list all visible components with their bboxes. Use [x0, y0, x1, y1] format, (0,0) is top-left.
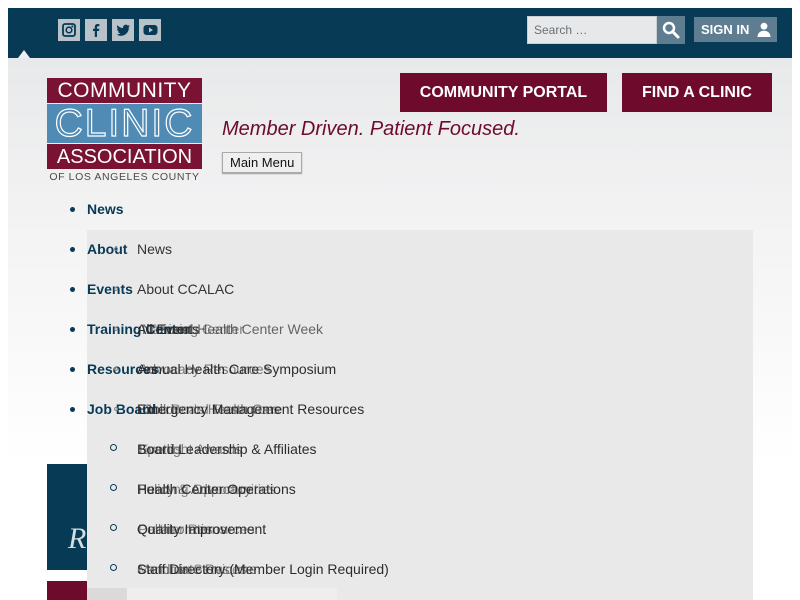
- search-input[interactable]: Search …: [527, 16, 657, 44]
- logo-association-text: ASSOCIATION: [47, 144, 202, 169]
- logo-county-text: OF LOS ANGELES COUNTY: [49, 171, 200, 183]
- find-a-clinic-button[interactable]: FIND A CLINIC: [622, 73, 772, 112]
- community-portal-button[interactable]: COMMUNITY PORTAL: [400, 73, 607, 112]
- instagram-icon[interactable]: [58, 19, 80, 41]
- logo-clinic-band: CLINIC: [47, 101, 202, 145]
- submenu-item-partner-resources[interactable]: Partner Resources: [138, 521, 255, 537]
- submenu-marker: [114, 247, 118, 251]
- search-button[interactable]: [657, 16, 685, 44]
- youtube-icon[interactable]: [139, 19, 161, 41]
- submenu-item-about-ccalac[interactable]: About CCALAC: [137, 281, 234, 297]
- facebook-icon[interactable]: [85, 19, 107, 41]
- submenu-bullet: [110, 524, 117, 531]
- submenu-item-news[interactable]: News: [137, 241, 172, 257]
- submenu-marker: [114, 287, 118, 291]
- nav-bullet: [70, 207, 75, 212]
- main-menu-button[interactable]: Main Menu: [222, 152, 303, 173]
- nav-bullet: [70, 407, 75, 412]
- search-icon: [662, 21, 680, 39]
- nav-bullet: [70, 287, 75, 292]
- page-content: COMMUNITY CLINIC ASSOCIATION OF LOS ANGE…: [8, 58, 792, 600]
- ccalac-logo[interactable]: COMMUNITY CLINIC ASSOCIATION OF LOS ANGE…: [47, 78, 202, 183]
- submenu-strip-light: [127, 588, 337, 600]
- nav-item-news[interactable]: News: [87, 201, 124, 217]
- submenu-bullet: [110, 564, 117, 571]
- submenu-marker: [114, 407, 118, 411]
- logo-clinic-text: CLINIC: [54, 101, 195, 145]
- sign-in-label: SIGN IN: [701, 22, 750, 37]
- submenu-bullet: [110, 444, 117, 451]
- menu-pointer: [18, 50, 30, 58]
- social-links: [58, 19, 161, 41]
- nav-bullet: [70, 327, 75, 332]
- submenu-marker: [114, 367, 118, 371]
- submenu-item-member-services[interactable]: Member Services: [138, 561, 247, 577]
- submenu-item-training-center[interactable]: Training Center: [148, 321, 244, 337]
- user-icon: [757, 22, 771, 37]
- submenu-item-advocacy-resources[interactable]: Advocacy Resources: [139, 361, 271, 377]
- submenu-item-funding-opportunities[interactable]: Funding Opportunities: [138, 481, 276, 497]
- nav-item-about[interactable]: About: [87, 241, 127, 257]
- logo-community-text: COMMUNITY: [47, 78, 202, 103]
- submenu-item-events[interactable]: Events: [139, 441, 182, 457]
- tagline: Member Driven. Patient Focused.: [222, 118, 520, 140]
- nav-item-events[interactable]: Events: [87, 281, 133, 297]
- submenu-strip: [87, 588, 127, 600]
- submenu-bullet: [110, 484, 117, 491]
- top-bar: Search … SIGN IN: [8, 8, 792, 58]
- twitter-icon[interactable]: [112, 19, 134, 41]
- nav-bullet: [70, 367, 75, 372]
- submenu-item-job-board-resources[interactable]: Job Board Resources: [145, 401, 280, 417]
- submenu-marker: [114, 327, 118, 331]
- sign-in-button[interactable]: SIGN IN: [694, 17, 777, 42]
- nav-bullet: [70, 247, 75, 252]
